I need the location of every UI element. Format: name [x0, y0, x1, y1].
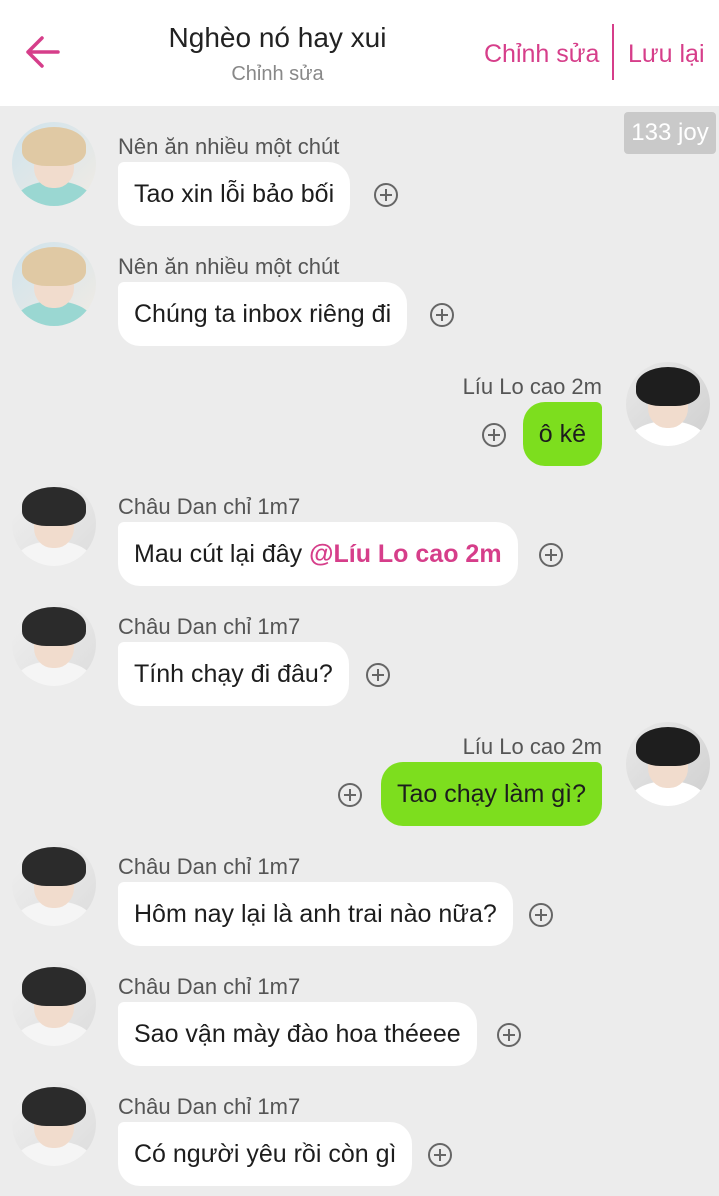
- message-text: Chúng ta inbox riêng đi: [134, 300, 392, 328]
- message-bubble[interactable]: Sao vận mày đào hoa théeee: [118, 1002, 477, 1066]
- sender-name: Châu Dan chỉ 1m7: [118, 854, 301, 879]
- avatar[interactable]: [626, 362, 710, 446]
- message-row: Châu Dan chỉ 1m7 Có người yêu rồi còn gì: [0, 1080, 719, 1196]
- add-reaction-icon[interactable]: [497, 1023, 521, 1047]
- sender-name: Líu Lo cao 2m: [462, 734, 602, 759]
- message-row: Nên ăn nhiều một chút Tao xin lỗi bảo bố…: [0, 120, 719, 240]
- add-reaction-icon[interactable]: [338, 783, 362, 807]
- sender-name: Châu Dan chỉ 1m7: [118, 974, 301, 999]
- message-bubble[interactable]: ô kê: [522, 402, 602, 466]
- message-text: Hôm nay lại là anh trai nào nữa?: [134, 900, 497, 928]
- add-reaction-icon[interactable]: [430, 303, 454, 327]
- sender-name: Nên ăn nhiều một chút: [118, 134, 340, 159]
- avatar[interactable]: [12, 1082, 96, 1166]
- message-row: Châu Dan chỉ 1m7 Tính chạy đi đâu?: [0, 600, 719, 720]
- add-reaction-icon[interactable]: [529, 903, 553, 927]
- avatar[interactable]: [626, 722, 710, 806]
- sender-name: Châu Dan chỉ 1m7: [118, 1094, 301, 1119]
- message-bubble[interactable]: Tao chạy làm gì?: [381, 762, 602, 826]
- message-text: Tao chạy làm gì?: [397, 780, 586, 808]
- message-text: Tính chạy đi đâu?: [134, 660, 333, 688]
- avatar[interactable]: [12, 242, 96, 326]
- sender-name: Châu Dan chỉ 1m7: [118, 494, 301, 519]
- message-text: Mau cút lại đây: [134, 540, 310, 568]
- message-row: Líu Lo cao 2m Tao chạy làm gì?: [0, 720, 719, 840]
- avatar[interactable]: [12, 602, 96, 686]
- message-text: ô kê: [538, 420, 586, 448]
- add-reaction-icon[interactable]: [482, 423, 506, 447]
- message-row: Nên ăn nhiều một chút Chúng ta inbox riê…: [0, 240, 719, 360]
- message-text: Tao xin lỗi bảo bối: [134, 180, 335, 208]
- sender-name: Châu Dan chỉ 1m7: [118, 614, 301, 639]
- message-row: Châu Dan chỉ 1m7 Mau cút lại đây @Líu Lo…: [0, 480, 719, 600]
- back-arrow-icon[interactable]: [22, 30, 62, 74]
- message-text: Sao vận mày đào hoa théeee: [134, 1020, 461, 1048]
- message-bubble[interactable]: Tính chạy đi đâu?: [118, 642, 349, 706]
- chat-title: Nghèo nó hay xui: [168, 22, 387, 53]
- message-row: Châu Dan chỉ 1m7 Hôm nay lại là anh trai…: [0, 840, 719, 960]
- edit-button[interactable]: Chỉnh sửa: [484, 40, 599, 69]
- avatar[interactable]: [12, 962, 96, 1046]
- chat-subtitle: Chỉnh sửa: [231, 63, 324, 85]
- message-row: Líu Lo cao 2m ô kê: [0, 360, 719, 480]
- message-bubble[interactable]: Chúng ta inbox riêng đi: [118, 282, 408, 346]
- avatar[interactable]: [12, 122, 96, 206]
- header-divider: [612, 24, 614, 80]
- message-bubble[interactable]: Mau cút lại đây @Líu Lo cao 2m: [118, 522, 518, 586]
- add-reaction-icon[interactable]: [539, 543, 563, 567]
- app-header: Nghèo nó hay xui Chỉnh sửa Chỉnh sửa Lưu…: [0, 0, 719, 106]
- add-reaction-icon[interactable]: [366, 663, 390, 687]
- sender-name: Nên ăn nhiều một chút: [118, 254, 340, 279]
- message-text: Có người yêu rồi còn gì: [134, 1140, 397, 1168]
- add-reaction-icon[interactable]: [374, 183, 398, 207]
- sender-name: Líu Lo cao 2m: [462, 374, 602, 399]
- avatar[interactable]: [12, 482, 96, 566]
- save-button[interactable]: Lưu lại: [628, 40, 705, 69]
- avatar[interactable]: [12, 842, 96, 926]
- message-bubble[interactable]: Có người yêu rồi còn gì: [118, 1122, 413, 1186]
- message-bubble[interactable]: Tao xin lỗi bảo bối: [118, 162, 351, 226]
- mention-link[interactable]: @Líu Lo cao 2m: [309, 540, 501, 568]
- add-reaction-icon[interactable]: [428, 1143, 452, 1167]
- message-bubble[interactable]: Hôm nay lại là anh trai nào nữa?: [118, 882, 513, 946]
- message-row: Châu Dan chỉ 1m7 Sao vận mày đào hoa thé…: [0, 960, 719, 1080]
